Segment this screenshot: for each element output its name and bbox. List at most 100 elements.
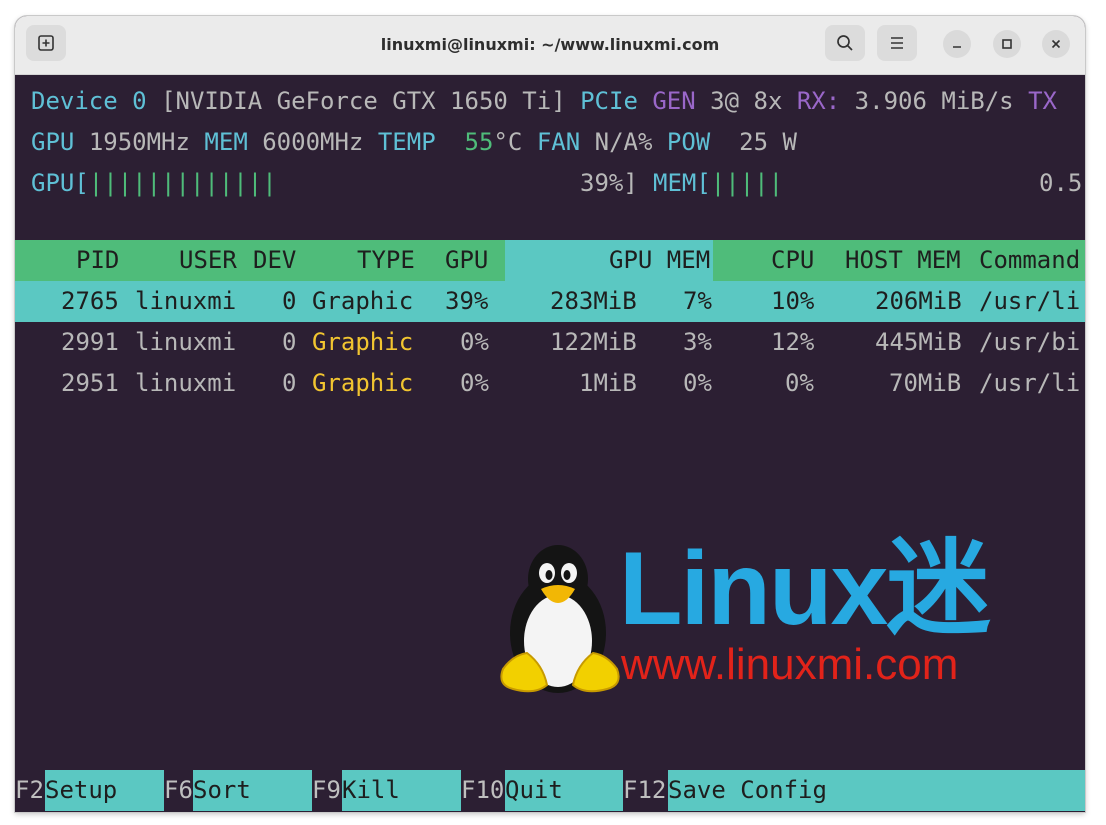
row-pid: 2991 xyxy=(61,328,119,356)
row-host-mem: 445MiB xyxy=(875,328,962,356)
f12-save-config-button[interactable]: Save Config xyxy=(668,770,1085,811)
row-user: linuxmi xyxy=(135,369,237,397)
search-button[interactable] xyxy=(825,25,865,61)
rx-value: 3.906 MiB/s xyxy=(854,87,1014,115)
terminal-window: linuxmi@linuxmi: ~/www.linuxmi.com Devic… xyxy=(15,16,1085,812)
row-gpu-mem-pct: 0% xyxy=(683,369,712,397)
mem-bar-ticks: ||||| xyxy=(710,169,784,197)
gen-value: 3@ 8x xyxy=(710,87,783,115)
row-user: linuxmi xyxy=(135,287,237,315)
tux-penguin-icon xyxy=(500,545,620,693)
header-user[interactable]: USER xyxy=(179,240,237,281)
close-icon xyxy=(1051,39,1061,49)
gpu-bar-label-wrap: GPU[||||||||||||| xyxy=(31,163,277,204)
f10-quit-button[interactable]: Quit xyxy=(505,770,623,811)
pow-value: 25 W xyxy=(739,128,797,156)
row-type: Graphic xyxy=(312,328,414,356)
f9-kill-button[interactable]: Kill xyxy=(342,770,461,811)
row-command: /usr/bi xyxy=(979,328,1081,356)
header-type[interactable]: TYPE xyxy=(357,240,415,281)
gen-label: GEN xyxy=(652,87,696,115)
close-button[interactable] xyxy=(1042,30,1070,58)
row-gpu: 0% xyxy=(460,369,489,397)
device-line: Device 0 [NVIDIA GeForce GTX 1650 Ti] PC… xyxy=(31,81,1057,122)
logo-url: www.linuxmi.com xyxy=(621,640,959,689)
fan-label: FAN xyxy=(536,128,581,156)
terminal-content[interactable]: Device 0 [NVIDIA GeForce GTX 1650 Ti] PC… xyxy=(15,75,1085,812)
rx-label: RX: xyxy=(796,87,841,115)
gpu-clock-value: 1950MHz xyxy=(88,128,190,156)
device-label: Device xyxy=(31,87,118,115)
row-dev: 0 xyxy=(282,287,297,315)
tx-label: TX xyxy=(1028,87,1057,115)
pcie-label: PCIe xyxy=(580,87,638,115)
header-pid[interactable]: PID xyxy=(76,240,119,281)
mem-bar-label: MEM[ xyxy=(653,169,711,197)
f6-key: F6 xyxy=(164,776,193,804)
row-dev: 0 xyxy=(282,369,297,397)
temp-label: TEMP xyxy=(377,128,436,156)
row-type: Graphic xyxy=(312,369,414,397)
row-user: linuxmi xyxy=(135,328,237,356)
pow-label: POW xyxy=(666,128,711,156)
table-header: PID USER DEV TYPE GPU GPU MEM CPU HOST M… xyxy=(15,240,1085,281)
minimize-button[interactable] xyxy=(943,30,971,58)
row-command: /usr/li xyxy=(979,287,1081,315)
temp-value: 55 xyxy=(464,128,494,156)
header-gpu-mem[interactable]: GPU MEM xyxy=(609,240,710,281)
row-gpu-mem: 122MiB xyxy=(550,328,637,356)
temp-unit: °C xyxy=(493,128,523,156)
row-command: /usr/li xyxy=(979,369,1081,397)
gpu-bar-label: GPU[ xyxy=(31,169,89,197)
f12-key: F12 xyxy=(623,776,667,804)
maximize-button[interactable] xyxy=(993,30,1021,58)
row-host-mem: 70MiB xyxy=(889,369,962,397)
row-host-mem: 206MiB xyxy=(875,287,962,315)
gpu-bar-value: 39%] xyxy=(580,169,638,197)
table-row[interactable]: 2951 linuxmi 0 Graphic 0% 1MiB 0% 0% 70M… xyxy=(15,363,1085,404)
table-row[interactable]: 2765 linuxmi 0 Graphic 39% 283MiB 7% 10%… xyxy=(15,281,1085,322)
row-cpu: 0% xyxy=(785,369,814,397)
row-cpu: 10% xyxy=(771,287,815,315)
header-dev[interactable]: DEV xyxy=(253,240,296,281)
mem-clock-value: 6000MHz xyxy=(262,128,364,156)
row-dev: 0 xyxy=(282,328,297,356)
function-key-bar: F2 Setup F6 Sort F9 Kill F10 Quit F12 Sa… xyxy=(15,770,1085,811)
f9-key: F9 xyxy=(312,776,341,804)
header-gpu[interactable]: GPU xyxy=(445,240,488,281)
mem-bar-value: 0.5 xyxy=(1039,169,1083,197)
row-gpu: 0% xyxy=(460,328,489,356)
row-pid: 2951 xyxy=(61,369,119,397)
table-row[interactable]: 2991 linuxmi 0 Graphic 0% 122MiB 3% 12% … xyxy=(15,322,1085,363)
header-cpu[interactable]: CPU xyxy=(771,240,814,281)
row-cpu: 12% xyxy=(771,328,815,356)
row-gpu-mem-pct: 7% xyxy=(683,287,712,315)
row-gpu: 39% xyxy=(445,287,489,315)
search-icon xyxy=(837,35,853,51)
gpu-bar-ticks: ||||||||||||| xyxy=(88,169,277,197)
maximize-icon xyxy=(1002,39,1012,49)
f2-key: F2 xyxy=(15,776,44,804)
f10-key: F10 xyxy=(461,776,505,804)
row-gpu-mem-pct: 3% xyxy=(683,328,712,356)
row-pid: 2765 xyxy=(61,287,119,315)
device-number: 0 xyxy=(132,87,147,115)
f2-setup-button[interactable]: Setup xyxy=(45,770,164,811)
mem-bar-label-wrap: MEM[||||| xyxy=(653,163,783,204)
linuxmi-watermark: Linux迷 www.linuxmi.com xyxy=(495,537,1025,697)
device-name: [NVIDIA GeForce GTX 1650 Ti] xyxy=(161,87,566,115)
header-command[interactable]: Command xyxy=(979,240,1080,281)
row-gpu-mem: 283MiB xyxy=(550,287,637,315)
clock-line: GPU 1950MHz MEM 6000MHz TEMP 55°C FAN N/… xyxy=(31,122,797,163)
f6-sort-button[interactable]: Sort xyxy=(193,770,312,811)
row-gpu-mem: 1MiB xyxy=(579,369,637,397)
row-type: Graphic xyxy=(312,287,414,315)
mem-clock-label: MEM xyxy=(204,128,248,156)
fan-value: N/A% xyxy=(594,128,653,156)
logo-text: Linux迷 xyxy=(619,531,990,647)
minimize-icon xyxy=(953,46,961,48)
menu-button[interactable] xyxy=(877,25,917,61)
hamburger-menu-icon xyxy=(891,37,903,49)
header-host-mem[interactable]: HOST MEM xyxy=(845,240,961,281)
gpu-clock-label: GPU xyxy=(31,128,75,156)
